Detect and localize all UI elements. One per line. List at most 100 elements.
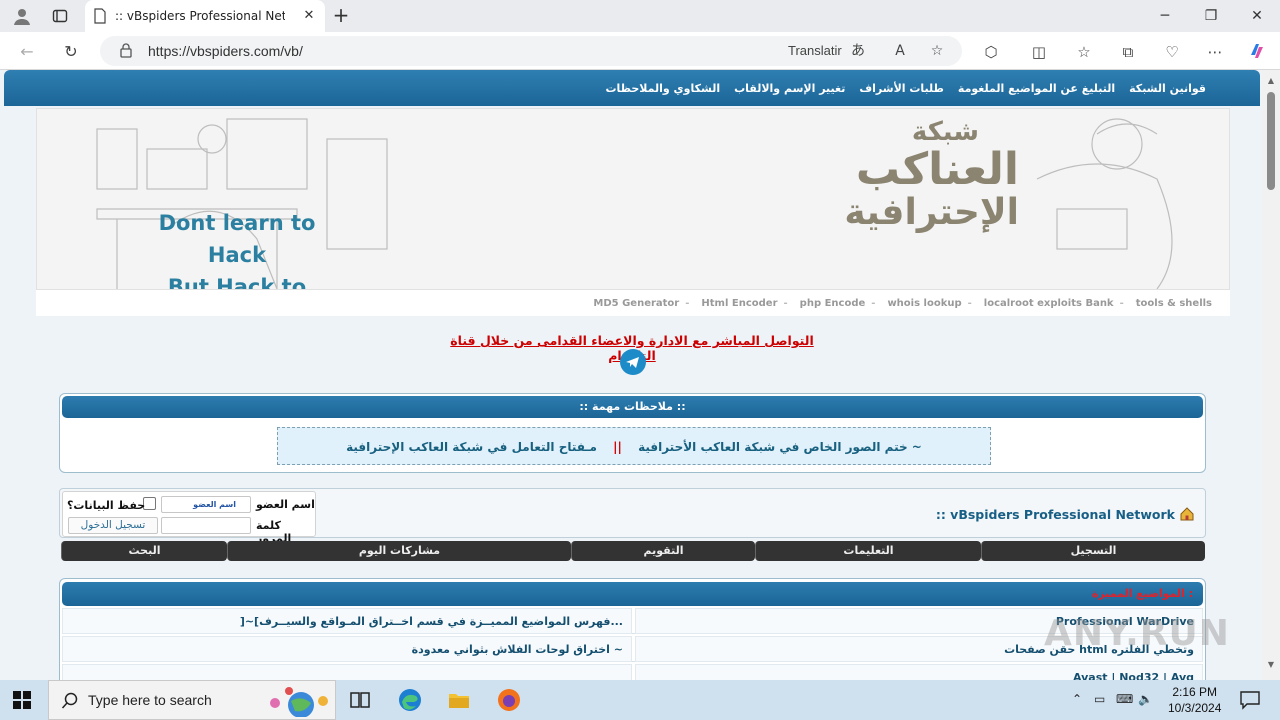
tools-navigation: tools & shells - localroot exploits Bank -…: [36, 290, 1230, 316]
tools-link-shells[interactable]: tools & shells: [1136, 298, 1212, 309]
performance-icon[interactable]: ♡: [1161, 41, 1183, 63]
maximize-button[interactable]: ❐: [1188, 4, 1234, 28]
nav-complaints[interactable]: الشكاوي والملاحظات: [605, 82, 720, 95]
search-icon: [61, 692, 78, 709]
featured-row: Professional WarDrive ]~[فهرس المواضيع ا…: [62, 608, 1203, 634]
edge-browser-icon[interactable]: [398, 688, 422, 712]
url-text[interactable]: https://vbspiders.com/vb/: [148, 43, 303, 59]
firefox-icon[interactable]: [497, 688, 521, 712]
page-icon: [94, 8, 106, 24]
close-window-button[interactable]: ✕: [1234, 4, 1280, 28]
important-notes-box: :: ملاحظات مهمة :: ختم الصور الخاص في شب…: [59, 393, 1206, 473]
volume-icon[interactable]: 🔈: [1138, 692, 1153, 706]
task-view-icon[interactable]: [348, 688, 372, 712]
featured-title: المواضيع المميزة :: [1091, 587, 1193, 600]
watermark: ANY.RUN: [1044, 613, 1230, 654]
favorite-star-icon[interactable]: ☆: [927, 41, 947, 61]
login-navbar: :: vBspiders Professional Network اسم ال…: [59, 488, 1206, 545]
featured-topic-link[interactable]: Avast | Nod32 | Avg: [635, 664, 1203, 680]
copilot-icon[interactable]: [1246, 41, 1268, 63]
browser-tabbar: :: vBspiders Professional Network ✕ + ─ …: [0, 0, 1280, 32]
tools-link-php-encode[interactable]: php Encode: [800, 298, 866, 309]
page-scrollbar[interactable]: ▲ ▼: [1262, 70, 1280, 680]
remember-me-label: حفظ البيانات؟: [67, 499, 146, 512]
featured-topics: المواضيع المميزة : Professional WarDrive…: [59, 578, 1206, 680]
nav-rules[interactable]: قوانين الشبكة: [1129, 82, 1206, 95]
tools-link-md5[interactable]: MD5 Generator: [593, 298, 679, 309]
tools-link-localroot[interactable]: localroot exploits Bank: [984, 298, 1114, 309]
close-tab-icon[interactable]: ✕: [301, 8, 317, 24]
featured-header: المواضيع المميزة :: [62, 582, 1203, 606]
featured-topic-link[interactable]: ]~[فهرس المواضيع المميــزة في قسم اخــتر…: [62, 608, 632, 634]
taskbar-clock[interactable]: 2:16 PM 10/3/2024: [1168, 684, 1221, 716]
menu-search[interactable]: البحث: [61, 541, 227, 561]
forum-page: قوانين الشبكة التبليغ عن المواضيع الملغو…: [4, 70, 1260, 680]
telegram-icon[interactable]: [620, 349, 646, 375]
tray-chevron-icon[interactable]: ⌃: [1072, 692, 1082, 706]
page-viewport: قوانين الشبكة التبليغ عن المواضيع الملغو…: [0, 70, 1280, 680]
featured-topic-link[interactable]: [62, 664, 632, 680]
top-navigation: قوانين الشبكة التبليغ عن المواضيع الملغو…: [4, 70, 1260, 106]
scroll-thumb[interactable]: [1267, 92, 1275, 190]
featured-row: حقن صفحات html وتخطي الفلتره اختراق لوحا…: [62, 636, 1203, 662]
split-screen-icon[interactable]: ◫: [1028, 41, 1050, 63]
clock-time: 2:16 PM: [1172, 685, 1218, 699]
tools-link-whois[interactable]: whois lookup: [887, 298, 961, 309]
scroll-down-icon[interactable]: ▼: [1266, 660, 1276, 670]
site-banner: شبكة العناكب الإحترافية Dont learn to Ha…: [36, 108, 1230, 290]
file-explorer-icon[interactable]: [447, 688, 471, 712]
username-input[interactable]: اسم العضو: [161, 496, 251, 513]
tab-actions-icon[interactable]: [48, 4, 72, 28]
new-tab-button[interactable]: +: [330, 5, 352, 27]
banner-slogan: Dont learn to Hack But Hack to learn: [158, 211, 316, 290]
address-bar[interactable]: https://vbspiders.com/vb/ Translatir あ A…: [100, 36, 962, 66]
tab-vbspiders[interactable]: :: vBspiders Professional Network ✕: [85, 0, 325, 32]
tab-title: :: vBspiders Professional Network: [115, 9, 285, 23]
network-icon[interactable]: ▭: [1094, 692, 1105, 706]
breadcrumb: :: vBspiders Professional Network: [936, 506, 1195, 522]
notes-separator: ||: [613, 440, 622, 454]
username-label: اسم العضو: [256, 498, 315, 511]
profile-icon[interactable]: [10, 4, 34, 28]
search-highlight-icon: [270, 687, 328, 717]
notes-header: :: ملاحظات مهمة ::: [62, 396, 1203, 418]
tools-link-html-encoder[interactable]: Html Encoder: [701, 298, 777, 309]
forum-menu-bar: التسجيل التعليمات التقويم مشاركات اليوم …: [61, 541, 1205, 561]
favorites-icon[interactable]: ☆: [1073, 41, 1095, 63]
menu-faq[interactable]: التعليمات: [755, 541, 981, 561]
minimize-button[interactable]: ─: [1142, 4, 1188, 28]
back-button[interactable]: ←: [14, 39, 40, 65]
featured-topic-link[interactable]: اختراق لوحات الفلاش بثواني معدودة ~: [62, 636, 632, 662]
menu-calendar[interactable]: التقويم: [571, 541, 755, 561]
nav-report-topics[interactable]: التبليغ عن المواضيع الملغومة: [958, 82, 1115, 95]
translate-label[interactable]: Translatir: [788, 43, 842, 58]
read-aloud-icon[interactable]: A: [890, 41, 910, 61]
extensions-icon[interactable]: ⬡: [980, 41, 1002, 63]
notes-link-stamp[interactable]: ختم الصور الخاص في شبكة العاكب الأحترافي…: [638, 440, 908, 454]
language-icon[interactable]: ⌨: [1116, 692, 1133, 706]
collections-icon[interactable]: ⧉: [1117, 41, 1139, 63]
site-logo: شبكة العناكب الإحترافية: [844, 117, 1019, 233]
lock-icon[interactable]: [118, 42, 134, 58]
menu-dots-icon[interactable]: ⋯: [1204, 41, 1226, 63]
windows-start-icon[interactable]: [13, 691, 31, 709]
notes-content: ختم الصور الخاص في شبكة العاكب الأحترافي…: [277, 427, 991, 465]
clock-date: 10/3/2024: [1168, 701, 1222, 715]
nav-moderation-requests[interactable]: طلبات الأشراف: [859, 82, 944, 95]
nav-change-name[interactable]: تغيير الإسم والالقاب: [734, 82, 845, 95]
scroll-up-icon[interactable]: ▲: [1266, 76, 1276, 86]
home-icon[interactable]: [1179, 506, 1195, 522]
menu-register[interactable]: التسجيل: [981, 541, 1205, 561]
notifications-icon[interactable]: [1238, 688, 1262, 712]
featured-row: Avast | Nod32 | Avg: [62, 664, 1203, 680]
menu-todays-posts[interactable]: مشاركات اليوم: [227, 541, 571, 561]
browser-toolbar: ← ↻ https://vbspiders.com/vb/ Translatir…: [0, 32, 1280, 70]
login-form: اسم العضو اسم العضو كلمة المرور حفظ البي…: [62, 491, 316, 545]
translate-icon[interactable]: あ: [848, 41, 868, 61]
login-button[interactable]: تسجيل الدخول: [68, 517, 158, 534]
password-input[interactable]: [161, 517, 251, 534]
breadcrumb-text[interactable]: :: vBspiders Professional Network: [936, 507, 1175, 522]
refresh-button[interactable]: ↻: [58, 39, 84, 65]
taskbar-search[interactable]: Type here to search: [48, 680, 336, 720]
windows-taskbar: Type here to search ⌃ ▭ ⌨ 🔈 2:16 PM 10/3…: [0, 680, 1280, 720]
